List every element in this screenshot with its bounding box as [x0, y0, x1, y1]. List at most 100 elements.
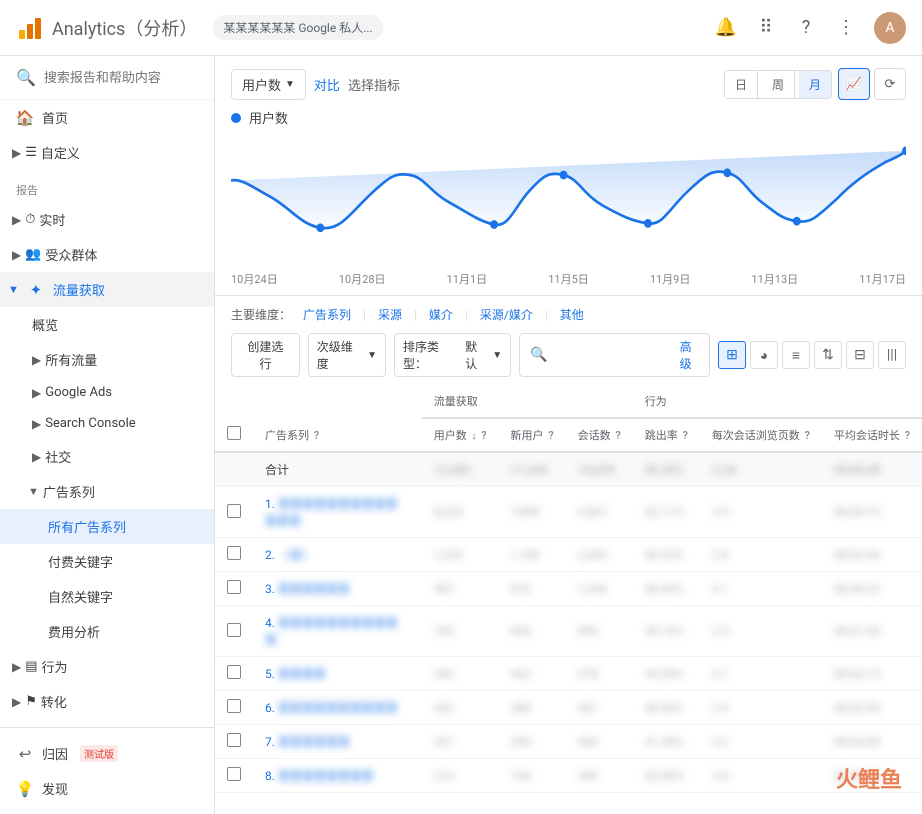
- chevron-right-icon-sc: ▶: [32, 417, 41, 431]
- row-bounce-7: 41.30%: [633, 725, 700, 759]
- row-campaign-6[interactable]: 6. 某某某某某某某某某某: [253, 691, 422, 725]
- row-checkbox-3[interactable]: [227, 580, 241, 594]
- discover-icon: 💡: [16, 780, 34, 798]
- sidebar-item-social-label: 社交: [45, 447, 71, 466]
- app-logo: Analytics（分析）: [16, 14, 197, 42]
- list-view-btn[interactable]: ≡: [782, 341, 810, 369]
- help-icon[interactable]: ?: [794, 16, 818, 40]
- line-chart-icon[interactable]: 📈: [838, 68, 870, 100]
- row-bounce-3: 38.45%: [633, 572, 700, 606]
- sidebar-item-paid-keywords-label: 付费关键字: [48, 552, 113, 571]
- sort-value: 默认: [465, 338, 488, 372]
- row-checkbox-4[interactable]: [227, 623, 241, 637]
- row-campaign-4[interactable]: 4. 某某某某某某某某某某某: [253, 606, 422, 657]
- row-checkbox-5[interactable]: [227, 665, 241, 679]
- sidebar-item-all-campaigns[interactable]: 所有广告系列: [0, 509, 214, 544]
- dim-tab-campaign[interactable]: 广告系列: [299, 304, 355, 325]
- comparison-btn[interactable]: ⇅: [814, 341, 842, 369]
- table-search-input[interactable]: [552, 348, 672, 362]
- row-checkbox-2[interactable]: [227, 546, 241, 560]
- sort-type-dropdown[interactable]: 排序类型： 默认 ▼: [394, 333, 511, 377]
- chevron-right-icon-beh: ▶: [12, 660, 21, 674]
- col-users-help[interactable]: ?: [481, 429, 486, 442]
- analytics-logo-icon: [16, 14, 44, 42]
- row-checkbox-6[interactable]: [227, 699, 241, 713]
- sidebar-item-overview[interactable]: 概览: [0, 307, 214, 342]
- lifetime-btn[interactable]: |||: [878, 341, 906, 369]
- sidebar-item-search-console[interactable]: ▶ Search Console: [0, 408, 214, 439]
- col-pps-help[interactable]: ?: [805, 429, 810, 442]
- sidebar-item-home[interactable]: 🏠 首页: [0, 100, 214, 135]
- row-checkbox-1[interactable]: [227, 504, 241, 518]
- row-checkbox-7[interactable]: [227, 733, 241, 747]
- sidebar-item-campaigns[interactable]: ▼ 广告系列: [0, 474, 214, 509]
- month-btn[interactable]: 月: [799, 71, 831, 98]
- sidebar-item-cost-analysis[interactable]: 费用分析: [0, 614, 214, 649]
- row-checkbox-8[interactable]: [227, 767, 241, 781]
- dim-tab-other[interactable]: 其他: [556, 304, 588, 325]
- col-group-behavior: 行为: [633, 385, 922, 418]
- secondary-dim-dropdown[interactable]: 次级维度 ▼: [308, 333, 386, 377]
- sidebar-item-paid-keywords[interactable]: 付费关键字: [0, 544, 214, 579]
- sidebar-item-discover[interactable]: 💡 发现: [0, 771, 214, 806]
- create-selected-btn[interactable]: 创建选行: [231, 333, 300, 377]
- compare-link[interactable]: 对比: [314, 75, 340, 94]
- select-metric-link[interactable]: 选择指标: [348, 75, 400, 94]
- row-campaign-1[interactable]: 1. 某某某某某某某某某某某某某: [253, 487, 422, 538]
- avatar[interactable]: A: [874, 12, 906, 44]
- sidebar-item-customize[interactable]: ▶ ☰ 自定义: [0, 135, 214, 170]
- sidebar-item-acquisition[interactable]: ▼ ✦ 流量获取: [0, 272, 214, 307]
- sidebar-item-all-traffic[interactable]: ▶ 所有流量: [0, 342, 214, 377]
- sidebar-item-attribution-label: 归因: [42, 744, 68, 763]
- col-avg-help[interactable]: ?: [905, 429, 910, 442]
- sidebar-item-realtime[interactable]: ▶ ⏱ 实时: [0, 202, 214, 237]
- advanced-btn[interactable]: 高级: [680, 338, 699, 372]
- sidebar-item-google-ads[interactable]: ▶ Google Ads: [0, 377, 214, 408]
- total-label: 合计: [253, 452, 422, 487]
- dim-tab-medium[interactable]: 媒介: [425, 304, 457, 325]
- col-pages-per-session: 每次会话浏览页数 ?: [700, 418, 822, 452]
- select-all-checkbox[interactable]: [227, 426, 241, 440]
- sidebar-item-attribution[interactable]: ↩ 归因 测试版: [0, 736, 214, 771]
- more-vert-icon[interactable]: ⋮: [834, 16, 858, 40]
- row-pps-4: 2.3: [700, 606, 822, 657]
- sidebar-item-cost-analysis-label: 费用分析: [48, 622, 100, 641]
- sidebar-item-behavior[interactable]: ▶ ▤ 行为: [0, 649, 214, 684]
- apps-icon[interactable]: ⠿: [754, 16, 778, 40]
- account-selector[interactable]: 某某某某某某 Google 私人...: [213, 15, 382, 40]
- sidebar-item-social[interactable]: ▶ 社交: [0, 439, 214, 474]
- share-icon[interactable]: ⟳: [874, 68, 906, 100]
- row-campaign-8[interactable]: 8. 某某某某某某某某: [253, 759, 422, 793]
- col-sessions-help[interactable]: ?: [615, 429, 620, 442]
- col-new-users-help[interactable]: ?: [548, 429, 553, 442]
- sidebar-item-behavior-label: 行为: [42, 657, 68, 676]
- sidebar-item-admin[interactable]: ⚙ 管理: [0, 806, 214, 814]
- pie-chart-btn[interactable]: ◕: [750, 341, 778, 369]
- dropdown-arrow-sort: ▼: [492, 350, 502, 361]
- col-bounce-help[interactable]: ?: [682, 429, 687, 442]
- col-campaign-help[interactable]: ?: [314, 429, 319, 442]
- sidebar-search: 🔍: [0, 56, 214, 100]
- row-campaign-7[interactable]: 7. 某某某某某某: [253, 725, 422, 759]
- dim-tab-source[interactable]: 采源: [374, 304, 406, 325]
- grid-view-btn[interactable]: ⊞: [718, 341, 746, 369]
- col-sessions: 会话数 ?: [566, 418, 633, 452]
- sidebar-item-organic-keywords[interactable]: 自然关键字: [0, 579, 214, 614]
- total-bounce: 45.32%: [633, 452, 700, 487]
- row-campaign-2[interactable]: 2. （未）: [253, 538, 422, 572]
- row-pps-8: 2.6: [700, 759, 822, 793]
- dim-tab-source-medium[interactable]: 采源/媒介: [476, 304, 537, 325]
- week-btn[interactable]: 周: [762, 71, 795, 98]
- pivot-btn[interactable]: ⊟: [846, 341, 874, 369]
- sidebar-item-audience[interactable]: ▶ 👥 受众群体: [0, 237, 214, 272]
- row-campaign-3[interactable]: 3. 某某某某某某: [253, 572, 422, 606]
- table-row: 7. 某某某某某某 321 290 456 41.30% 4.2 00:04:0…: [215, 725, 922, 759]
- row-campaign-5[interactable]: 5. 某某某某: [253, 657, 422, 691]
- metric-selector[interactable]: 用户数 ▼: [231, 69, 306, 100]
- sidebar-item-conversion[interactable]: ▶ ⚑ 转化: [0, 684, 214, 719]
- bell-icon[interactable]: 🔔: [714, 16, 738, 40]
- search-input[interactable]: [44, 70, 198, 85]
- day-btn[interactable]: 日: [725, 71, 758, 98]
- table-search: 🔍 高级: [519, 333, 710, 377]
- total-pps: 3.24: [700, 452, 822, 487]
